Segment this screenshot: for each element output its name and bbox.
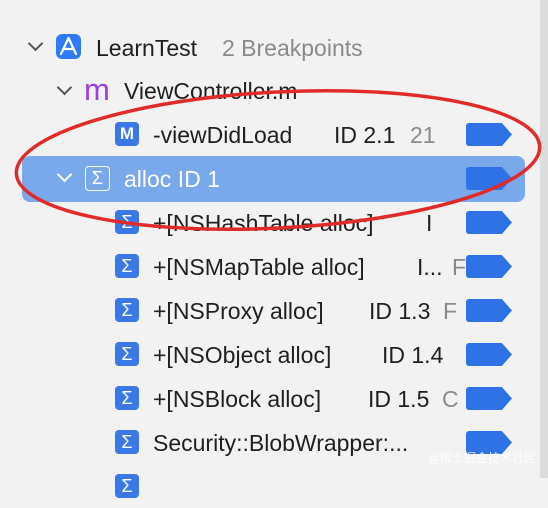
annotation-ellipse (14, 88, 542, 232)
watermark: @稀土掘金技术社区 (427, 451, 536, 465)
